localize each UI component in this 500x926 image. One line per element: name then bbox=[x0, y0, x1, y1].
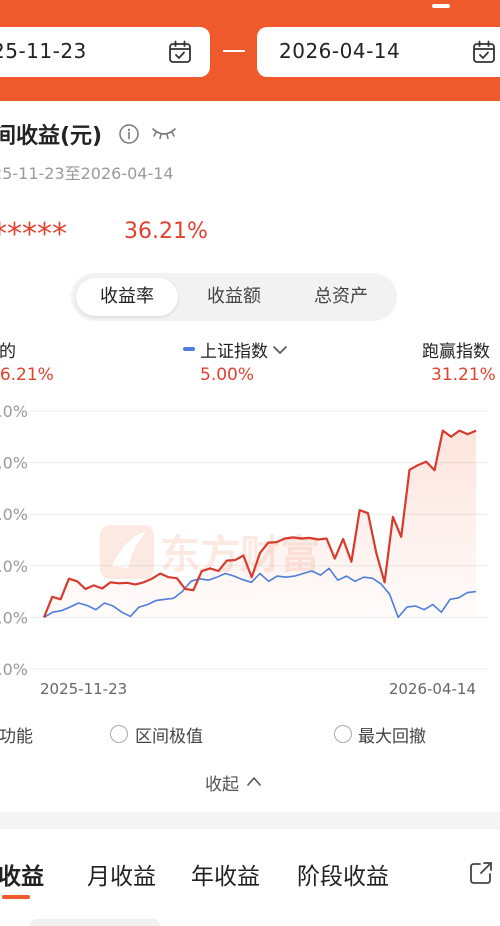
legend-mine-label: 我的 bbox=[0, 342, 16, 362]
segment-return-rate[interactable]: 收益率 bbox=[76, 278, 178, 316]
option-auto-label[interactable]: 动功能 bbox=[0, 722, 33, 747]
metric-segmented-control: 收益率 收益额 总资产 bbox=[71, 273, 397, 321]
legend-beat-value: 31.21% bbox=[431, 365, 496, 385]
segment-return-amount[interactable]: 收益额 bbox=[183, 278, 285, 316]
y-tick-label: 0.0% bbox=[0, 608, 28, 627]
chevron-down-icon[interactable] bbox=[272, 343, 288, 357]
y-tick-label: 30.0% bbox=[0, 454, 28, 473]
return-chart[interactable]: 东方财富 40.0%30.0%20.0%10.0%0.0%-10.0%2025-… bbox=[0, 396, 500, 702]
tab-period-returns[interactable]: 阶段收益 bbox=[297, 857, 389, 891]
legend-mine-value: 36.21% bbox=[0, 365, 54, 385]
eye-closed-icon[interactable] bbox=[150, 124, 178, 142]
section-divider bbox=[0, 812, 500, 829]
y-tick-label: 10.0% bbox=[0, 557, 28, 576]
tab-yearly-returns[interactable]: 年收益 bbox=[191, 857, 260, 891]
tab-active-indicator bbox=[2, 895, 30, 899]
calendar-icon[interactable] bbox=[167, 39, 193, 65]
tab-monthly-returns[interactable]: 月收益 bbox=[87, 857, 156, 891]
end-date-text: 2026-04-14 bbox=[279, 39, 401, 63]
section-title: 间收益(元) bbox=[0, 124, 103, 149]
segment-total-assets[interactable]: 总资产 bbox=[290, 278, 392, 316]
list-chip bbox=[30, 919, 160, 926]
y-tick-label: 40.0% bbox=[0, 402, 28, 421]
start-date-picker[interactable]: 25-11-23 bbox=[0, 27, 210, 77]
start-date-text: 25-11-23 bbox=[0, 39, 87, 63]
calendar-icon[interactable] bbox=[471, 39, 497, 65]
chevron-up-icon[interactable] bbox=[246, 775, 262, 787]
y-tick-label: -10.0% bbox=[0, 660, 28, 679]
info-icon[interactable] bbox=[118, 123, 140, 145]
end-date-picker[interactable]: 2026-04-14 bbox=[257, 27, 500, 77]
legend-index-value: 5.00% bbox=[200, 365, 255, 385]
legend-index-marker bbox=[183, 347, 195, 351]
range-extreme-label[interactable]: 区间极值 bbox=[135, 722, 203, 747]
range-extreme-radio[interactable] bbox=[110, 725, 128, 743]
max-drawdown-label[interactable]: 最大回撤 bbox=[358, 722, 426, 747]
return-rate-value: 36.21% bbox=[124, 219, 208, 244]
y-tick-label: 20.0% bbox=[0, 505, 28, 524]
max-drawdown-radio[interactable] bbox=[334, 725, 352, 743]
x-tick-label: 2025-11-23 bbox=[40, 680, 127, 698]
status-notch bbox=[432, 4, 450, 8]
mine-area-fill bbox=[44, 430, 476, 618]
date-separator bbox=[223, 50, 245, 52]
legend-beat-label: 跑赢指数 bbox=[422, 342, 490, 362]
legend-index-selector[interactable]: 上证指数 bbox=[200, 337, 268, 362]
x-tick-label: 2026-04-14 bbox=[389, 680, 476, 698]
masked-amount: ***** bbox=[0, 217, 67, 252]
share-icon[interactable] bbox=[468, 860, 494, 886]
tab-daily-returns[interactable]: 收益 bbox=[0, 857, 44, 891]
collapse-button[interactable]: 收起 bbox=[205, 770, 239, 795]
range-subtitle: 25-11-23至2026-04-14 bbox=[0, 164, 174, 183]
